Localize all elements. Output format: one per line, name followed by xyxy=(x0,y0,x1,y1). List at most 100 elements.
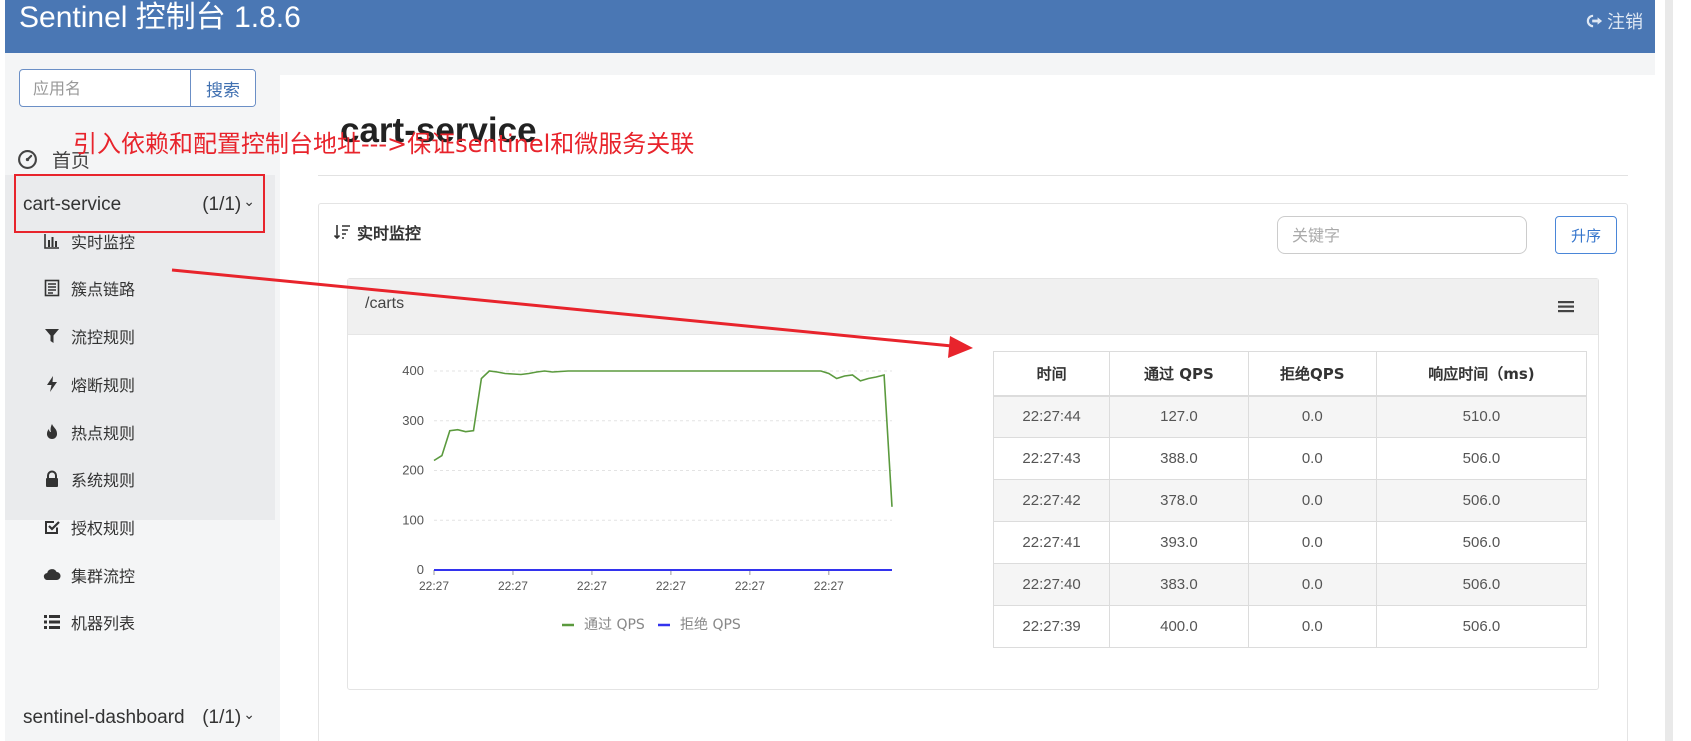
cell-time: 22:27:43 xyxy=(992,437,1111,480)
chevron-down-icon: ⌄ xyxy=(243,705,255,722)
app-search-input[interactable] xyxy=(20,70,190,106)
cell-time: 22:27:40 xyxy=(992,563,1111,606)
cell-pass-qps: 127.0 xyxy=(1109,395,1249,438)
qps-line-chart: 0 100 200 300 400 22:27 22:27 22:27 22:27 22:27 22… xyxy=(402,363,893,633)
column-header-rt: 响应时间（ms) xyxy=(1375,351,1588,397)
cell-rt: 506.0 xyxy=(1375,563,1588,606)
sidebar-item-degrade-rules[interactable]: 熔断规则 xyxy=(43,369,135,399)
sidebar-item-system-rules[interactable]: 系统规则 xyxy=(43,464,135,494)
app-brand[interactable]: Sentinel 控制台 1.8.6 xyxy=(19,0,301,40)
menu-label: 流控规则 xyxy=(71,328,136,347)
sidebar-item-machine-list[interactable]: 机器列表 xyxy=(43,607,135,637)
page-margin xyxy=(1655,0,1691,741)
table-row: 22:27:43 388.0 0.0 506.0 xyxy=(992,437,1588,480)
fire-icon xyxy=(46,424,58,440)
cell-rt: 506.0 xyxy=(1375,437,1588,480)
x-tick-label: 22:27 xyxy=(498,579,528,593)
resource-name: /carts xyxy=(365,295,405,312)
cell-time: 22:27:39 xyxy=(992,605,1111,648)
table-row: 22:27:44 127.0 0.0 510.0 xyxy=(992,395,1588,438)
menu-label: 授权规则 xyxy=(71,519,136,538)
keyword-input[interactable] xyxy=(1277,216,1527,254)
monitor-panel: 实时监控 升序 /carts 0 100 200 300 400 22:27 22:27 22… xyxy=(318,203,1628,741)
main-content: cart-service 实时监控 升序 /carts 010020030040… xyxy=(280,75,1655,741)
sidebar-item-flow-rules[interactable]: 流控规则 xyxy=(43,321,135,351)
x-tick-label: 22:27 xyxy=(735,579,765,593)
browser-viewport: Sentinel 控制台 1.8.6 注销 搜索 首页 cart-service… xyxy=(5,0,1655,741)
y-tick-label: 0 xyxy=(417,562,424,577)
sidebar-item-hotspot-rules[interactable]: 热点规则 xyxy=(43,417,135,447)
logout-label: 注销 xyxy=(1607,12,1643,33)
sidebar-item-cluster-flow[interactable]: 集群流控 xyxy=(43,560,135,590)
app-search: 搜索 xyxy=(19,69,256,107)
cell-pass-qps: 400.0 xyxy=(1109,605,1249,648)
panel-heading: 实时监控 xyxy=(333,220,421,244)
logout-button[interactable]: 注销 xyxy=(1585,8,1643,34)
cell-block-qps: 0.0 xyxy=(1247,437,1377,480)
table-row: 22:27:42 378.0 0.0 506.0 xyxy=(992,479,1588,522)
filter-icon xyxy=(45,329,59,343)
sort-button[interactable]: 升序 xyxy=(1555,216,1617,254)
legend-label-block: 拒绝 QPS xyxy=(680,617,741,633)
divider xyxy=(318,175,1628,176)
panel-title: 实时监控 xyxy=(357,224,422,243)
cell-block-qps: 0.0 xyxy=(1247,479,1377,522)
table-row: 22:27:40 383.0 0.0 506.0 xyxy=(992,563,1588,606)
sidebar-item-cluster-link[interactable]: 簇点链路 xyxy=(43,273,135,303)
resource-card: /carts 0 100 200 300 400 22:27 22:27 22:27 22:27… xyxy=(347,278,1599,690)
sort-amount-icon xyxy=(333,225,350,240)
cell-block-qps: 0.0 xyxy=(1247,521,1377,564)
sidebar-app-sentinel-dashboard[interactable]: sentinel-dashboard (1/1) ⌄ xyxy=(5,698,270,738)
bar-chart-icon xyxy=(44,234,59,249)
y-tick-label: 300 xyxy=(402,413,424,428)
annotation-text: 引入依赖和配置控制台地址--->保证sentinel和微服务关联 xyxy=(73,130,695,158)
y-tick-label: 100 xyxy=(402,512,424,527)
pass-qps-series-line xyxy=(433,370,893,507)
cell-pass-qps: 383.0 xyxy=(1109,563,1249,606)
app-count: (1/1) ⌄ xyxy=(202,705,255,729)
menu-label: 熔断规则 xyxy=(71,376,136,395)
sidebar-item-authority-rules[interactable]: 授权规则 xyxy=(43,512,135,542)
list-doc-icon xyxy=(44,279,60,297)
cell-pass-qps: 393.0 xyxy=(1109,521,1249,564)
cell-rt: 506.0 xyxy=(1375,605,1588,648)
column-header-block-qps: 拒绝QPS xyxy=(1247,351,1377,397)
app-name: sentinel-dashboard xyxy=(23,707,185,728)
annotation-highlight-box xyxy=(14,174,265,233)
list-icon xyxy=(44,615,60,629)
x-tick-label: 22:27 xyxy=(419,579,449,593)
table-row: 22:27:39 400.0 0.0 506.0 xyxy=(992,605,1588,648)
x-tick-label: 22:27 xyxy=(577,579,607,593)
menu-label: 机器列表 xyxy=(71,614,136,633)
dashboard-gauge-icon xyxy=(18,149,37,169)
hamburger-menu-icon[interactable] xyxy=(1556,297,1576,317)
top-navbar: Sentinel 控制台 1.8.6 注销 xyxy=(5,0,1655,53)
search-button[interactable]: 搜索 xyxy=(190,70,255,106)
resource-card-header: /carts xyxy=(348,279,1598,335)
cell-time: 22:27:44 xyxy=(992,395,1111,438)
y-tick-label: 400 xyxy=(402,363,424,378)
table-header-row: 时间 通过 QPS 拒绝QPS 响应时间（ms) xyxy=(992,351,1588,397)
cell-rt: 506.0 xyxy=(1375,479,1588,522)
column-header-pass-qps: 通过 QPS xyxy=(1109,351,1249,397)
qps-table: 时间 通过 QPS 拒绝QPS 响应时间（ms) 22:27:44 127.0 … xyxy=(992,351,1588,648)
check-square-icon xyxy=(45,521,60,534)
table-row: 22:27:41 393.0 0.0 506.0 xyxy=(992,521,1588,564)
column-header-time: 时间 xyxy=(992,351,1111,397)
cell-rt: 506.0 xyxy=(1375,521,1588,564)
legend-label-pass: 通过 QPS xyxy=(584,617,645,633)
cell-pass-qps: 388.0 xyxy=(1109,437,1249,480)
scrollbar-track[interactable] xyxy=(1665,0,1673,741)
cloud-icon xyxy=(43,569,61,581)
x-tick-label: 22:27 xyxy=(814,579,844,593)
menu-label: 系统规则 xyxy=(71,471,136,490)
cell-block-qps: 0.0 xyxy=(1247,395,1377,438)
cell-block-qps: 0.0 xyxy=(1247,605,1377,648)
app-machine-count: (1/1) xyxy=(202,707,242,728)
x-tick-label: 22:27 xyxy=(656,579,686,593)
menu-label: 簇点链路 xyxy=(71,280,136,299)
y-tick-label: 200 xyxy=(402,463,424,478)
cell-time: 22:27:41 xyxy=(992,521,1111,564)
sign-out-icon xyxy=(1586,14,1603,28)
cell-rt: 510.0 xyxy=(1375,395,1588,438)
